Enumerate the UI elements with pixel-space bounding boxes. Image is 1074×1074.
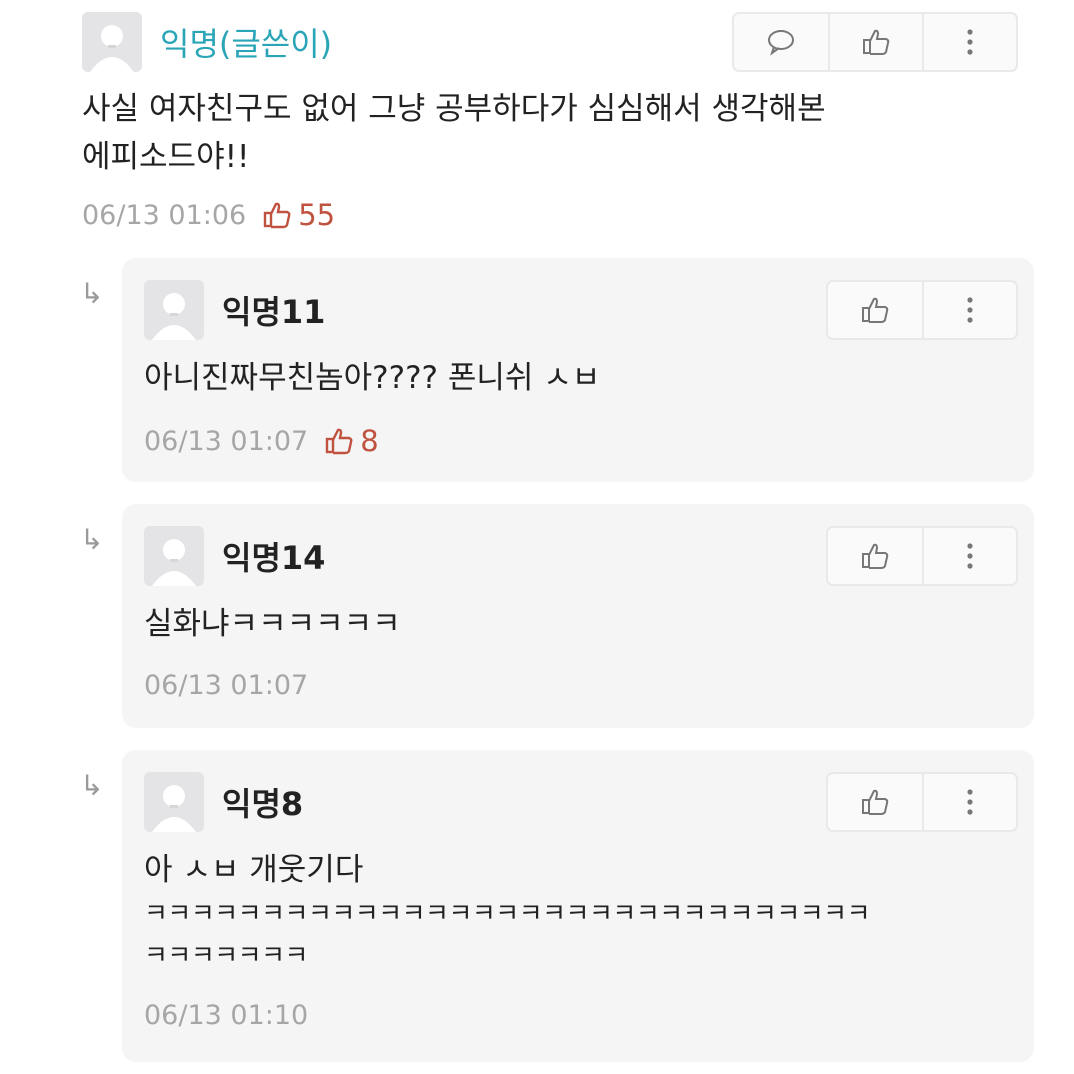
comment-meta: 06/13 01:07 8 xyxy=(144,426,379,456)
comment-text: 실화냐ㅋㅋㅋㅋㅋㅋ xyxy=(144,606,401,642)
thumbs-up-icon xyxy=(264,202,291,229)
avatar xyxy=(144,280,204,340)
more-button[interactable] xyxy=(922,774,1016,830)
comment-icon xyxy=(768,30,794,56)
like-count: 8 xyxy=(324,426,379,456)
comment-text: 아 ㅅㅂ 개웃기다 xyxy=(144,852,364,888)
avatar xyxy=(82,12,142,72)
thumbs-up-icon xyxy=(862,789,889,815)
author-name[interactable]: 익명8 xyxy=(222,788,303,820)
more-button[interactable] xyxy=(922,282,1016,338)
reply-arrow-icon: ↳ xyxy=(80,523,104,556)
comment-button[interactable] xyxy=(734,14,828,70)
comment-meta: 06/13 01:07 xyxy=(144,672,308,699)
more-button[interactable] xyxy=(922,14,1016,70)
more-vertical-icon xyxy=(967,29,973,55)
like-button[interactable] xyxy=(828,528,922,584)
reply-arrow-icon: ↳ xyxy=(80,769,104,802)
author-name[interactable]: 익명14 xyxy=(222,542,325,574)
reply-card: 익명14 실화냐ㅋㅋㅋㅋㅋㅋ 06/13 01:07 xyxy=(122,504,1034,728)
timestamp: 06/13 01:07 xyxy=(144,425,309,457)
reply-actions xyxy=(826,280,1018,340)
thumbs-up-icon xyxy=(326,428,353,455)
like-button[interactable] xyxy=(828,14,922,70)
thumbs-up-icon xyxy=(863,29,890,55)
comment-text: ㅋㅋㅋㅋㅋㅋㅋㅋㅋㅋㅋㅋㅋㅋㅋㅋㅋㅋㅋㅋㅋㅋㅋㅋㅋㅋㅋㅋㅋㅋㅋ xyxy=(144,899,871,929)
comment-text: ㅋㅋㅋㅋㅋㅋㅋ xyxy=(144,941,308,971)
timestamp: 06/13 01:10 xyxy=(144,1000,309,1031)
post-actions xyxy=(732,12,1018,72)
reply-card: 익명11 아니진짜무친놈아???? 폰니쉬 ㅅㅂ 06/13 01:07 8 xyxy=(122,258,1034,482)
thumbs-up-icon xyxy=(862,543,889,569)
author-name[interactable]: 익명11 xyxy=(222,296,325,328)
reply-actions xyxy=(826,772,1018,832)
comment-text: 에피소드야!! xyxy=(82,139,250,175)
more-vertical-icon xyxy=(967,543,973,569)
more-vertical-icon xyxy=(967,789,973,815)
like-count: 55 xyxy=(262,200,335,230)
more-button[interactable] xyxy=(922,528,1016,584)
like-button[interactable] xyxy=(828,282,922,338)
avatar xyxy=(144,772,204,832)
timestamp: 06/13 01:06 xyxy=(82,199,247,231)
timestamp: 06/13 01:07 xyxy=(144,670,309,701)
reply-arrow-icon: ↳ xyxy=(80,277,104,310)
comment-meta: 06/13 01:10 xyxy=(144,1002,308,1029)
like-button[interactable] xyxy=(828,774,922,830)
comment-meta: 06/13 01:06 55 xyxy=(82,200,335,230)
author-name[interactable]: 익명(글쓴이) xyxy=(160,28,332,60)
reply-actions xyxy=(826,526,1018,586)
thumbs-up-icon xyxy=(862,297,889,323)
avatar xyxy=(144,526,204,586)
reply-card: 익명8 아 ㅅㅂ 개웃기다 ㅋㅋㅋㅋㅋㅋㅋㅋㅋㅋㅋㅋㅋㅋㅋㅋㅋㅋㅋㅋㅋㅋㅋㅋㅋㅋ… xyxy=(122,750,1034,1062)
comment-text: 아니진짜무친놈아???? 폰니쉬 ㅅㅂ xyxy=(144,360,601,396)
more-vertical-icon xyxy=(967,297,973,323)
comment-text: 사실 여자친구도 없어 그냥 공부하다가 심심해서 생각해본 xyxy=(82,91,826,127)
